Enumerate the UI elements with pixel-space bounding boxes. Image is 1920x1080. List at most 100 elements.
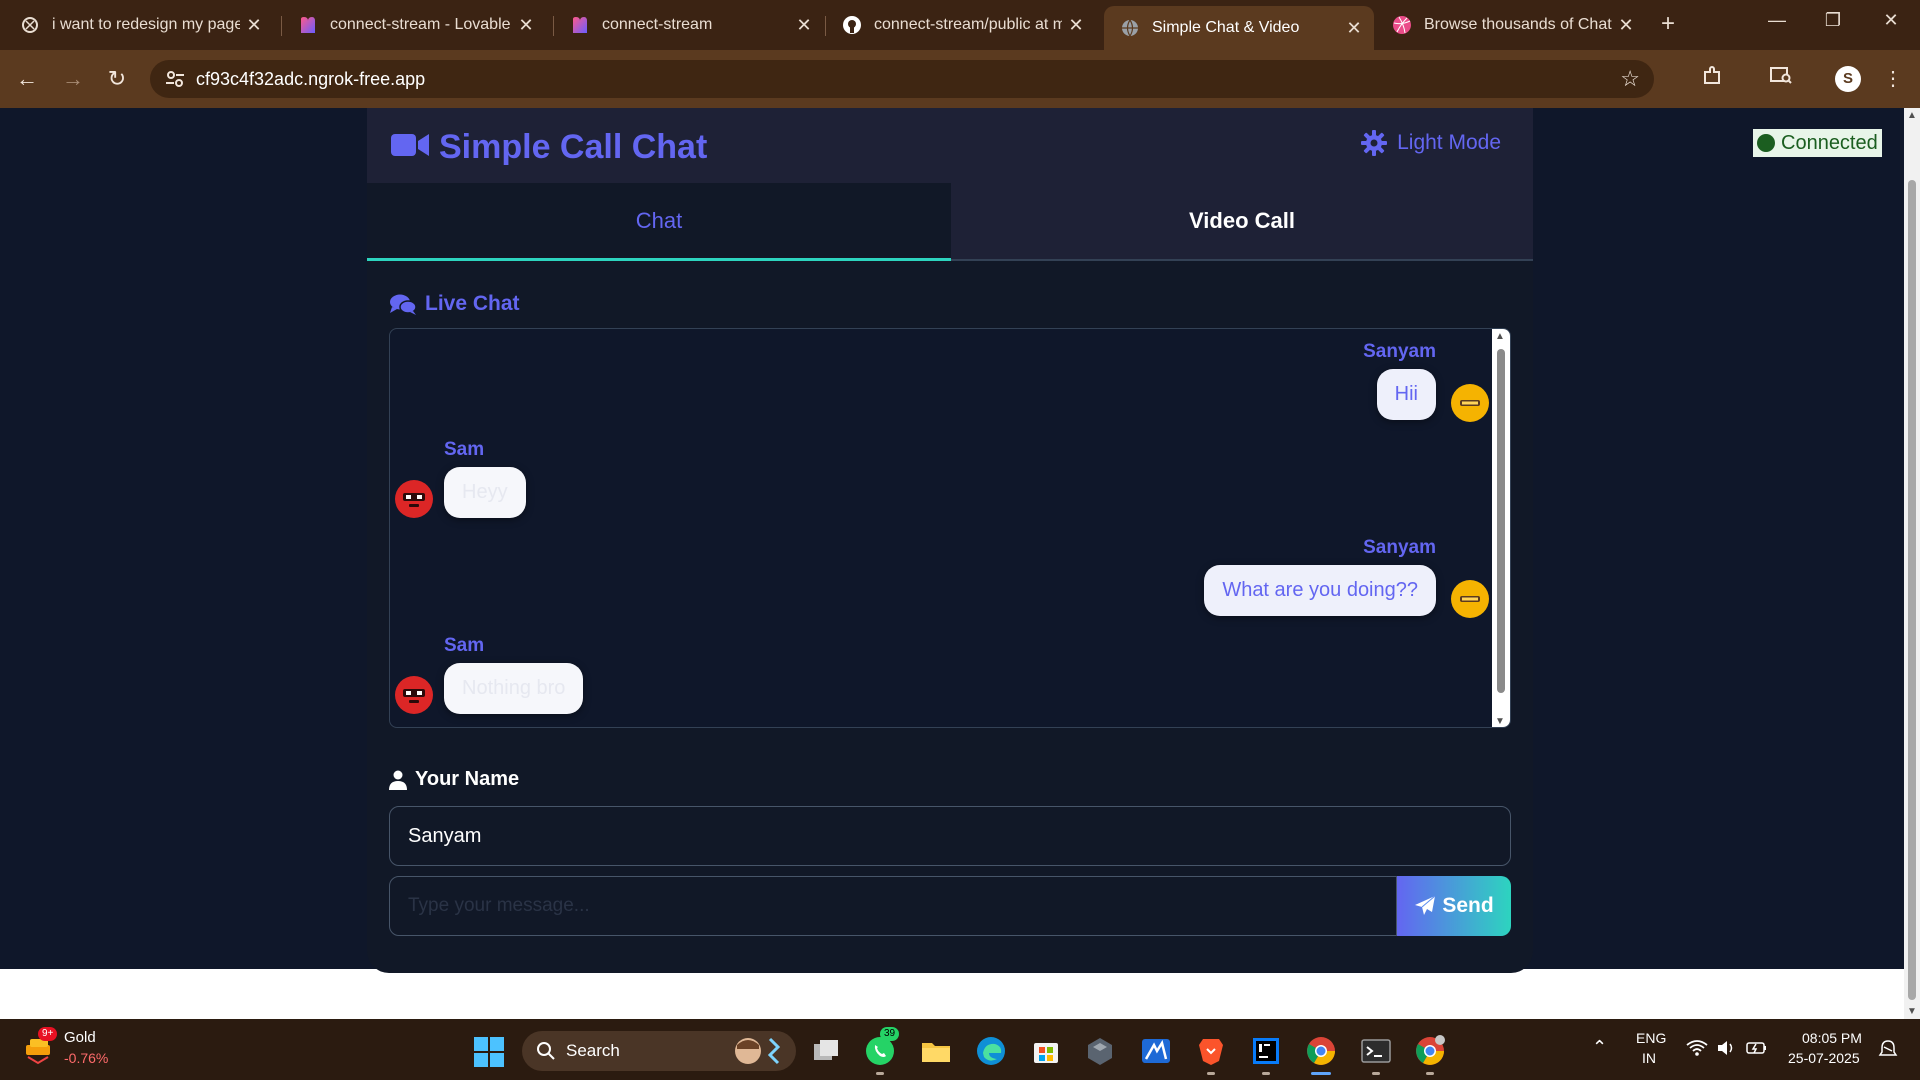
address-bar[interactable]: cf93c4f32adc.ngrok-free.app ☆ xyxy=(150,60,1654,98)
message-input[interactable] xyxy=(389,876,1397,936)
reload-button[interactable]: ↻ xyxy=(102,64,132,94)
user-icon xyxy=(389,770,407,790)
browser-tab[interactable]: connect-stream ✕ xyxy=(554,8,824,42)
chat-message: Sanyam Hii xyxy=(1363,341,1436,420)
intellij-icon[interactable] xyxy=(1250,1035,1282,1067)
battery-charging-icon[interactable] xyxy=(1746,1039,1768,1057)
page-scrollbar[interactable]: ▲ ▼ xyxy=(1904,108,1920,1019)
mathworks-icon[interactable] xyxy=(1140,1035,1172,1067)
forward-button[interactable]: → xyxy=(58,64,88,94)
terminal-icon[interactable] xyxy=(1360,1035,1392,1067)
taskbar-search[interactable]: Search xyxy=(522,1031,796,1071)
microsoft-store-icon[interactable] xyxy=(1030,1035,1062,1067)
edge-icon[interactable] xyxy=(975,1035,1007,1067)
windows-start-icon[interactable] xyxy=(474,1037,504,1067)
profile-avatar[interactable]: S xyxy=(1835,66,1861,92)
chat-scrollbar-thumb[interactable] xyxy=(1497,349,1505,693)
chrome-icon[interactable] xyxy=(1305,1035,1337,1067)
browser-tab-active[interactable]: Simple Chat & Video ✕ xyxy=(1104,6,1374,50)
maximize-button[interactable]: ❐ xyxy=(1813,10,1853,31)
volume-icon[interactable] xyxy=(1716,1039,1736,1057)
language-indicator[interactable]: ENG xyxy=(1636,1030,1666,1046)
minimize-button[interactable]: — xyxy=(1757,10,1797,31)
user-avatar-icon xyxy=(395,480,433,518)
name-input[interactable]: Sanyam xyxy=(389,806,1511,866)
browser-tab[interactable]: Browse thousands of Chat / ✕ xyxy=(1376,8,1646,42)
window-close-button[interactable]: ✕ xyxy=(1871,10,1911,31)
page-scrollbar-thumb[interactable] xyxy=(1908,180,1916,1000)
close-icon[interactable]: ✕ xyxy=(1612,15,1640,36)
url-text: cf93c4f32adc.ngrok-free.app xyxy=(196,69,426,89)
bookmark-star-icon[interactable]: ☆ xyxy=(1620,66,1640,92)
browser-tab-title: connect-stream xyxy=(602,16,713,33)
tab-chat[interactable]: Chat xyxy=(367,183,951,261)
notion-icon xyxy=(20,15,40,35)
menu-kebab-icon[interactable]: ⋮ xyxy=(1878,64,1908,94)
gear-icon xyxy=(1361,130,1388,156)
send-label: Send xyxy=(1442,894,1494,917)
back-button[interactable]: ← xyxy=(12,64,42,94)
browser-tab[interactable]: i want to redesign my page ✕ xyxy=(4,8,274,42)
windows-taskbar: 9+ Gold -0.76% Search 39 ⌃ ENG IN 08:05 … xyxy=(0,1019,1920,1080)
task-view-icon[interactable] xyxy=(810,1035,842,1067)
message-bubble: Nothing bro xyxy=(444,663,584,714)
show-hidden-icons-chevron[interactable]: ⌃ xyxy=(1592,1037,1607,1058)
chat-message: Sam Heyy xyxy=(444,439,526,518)
hexagon-app-icon[interactable] xyxy=(1084,1035,1116,1067)
chat-scrollbar[interactable]: ▲ ▼ xyxy=(1492,329,1510,727)
wifi-icon[interactable] xyxy=(1686,1039,1708,1057)
region-indicator[interactable]: IN xyxy=(1642,1050,1656,1066)
running-indicator xyxy=(876,1072,884,1075)
tab-video-call[interactable]: Video Call xyxy=(951,183,1533,261)
browser-tab-title: connect-stream/public at m xyxy=(874,16,1062,33)
scroll-up-arrow-icon[interactable]: ▲ xyxy=(1906,110,1918,121)
live-chat-heading: Live Chat xyxy=(389,292,520,316)
browser-tab[interactable]: connect-stream - Lovable ✕ xyxy=(282,8,546,42)
running-indicator xyxy=(1207,1072,1215,1075)
message-bubble: What are you doing?? xyxy=(1204,565,1436,616)
browser-tab-title: connect-stream - Lovable xyxy=(330,16,511,33)
extensions-icon[interactable] xyxy=(1697,64,1727,94)
brave-icon[interactable] xyxy=(1195,1035,1227,1067)
whatsapp-icon[interactable]: 39 xyxy=(864,1027,900,1067)
light-mode-label: Light Mode xyxy=(1397,131,1501,154)
chat-messages-panel[interactable]: Sanyam Hii Sam Heyy Sanyam What are you … xyxy=(389,328,1511,728)
connection-status-text: Connected xyxy=(1781,131,1878,154)
connection-status-badge: Connected xyxy=(1753,129,1882,157)
paper-plane-icon xyxy=(1415,895,1436,915)
chrome-profile-icon[interactable] xyxy=(1414,1035,1446,1067)
app-header: Simple Call Chat Light Mode xyxy=(367,108,1533,183)
light-mode-toggle[interactable]: Light Mode xyxy=(1361,130,1501,156)
notification-center-icon[interactable] xyxy=(1878,1039,1898,1059)
your-name-text: Your Name xyxy=(415,768,520,790)
running-indicator xyxy=(1372,1072,1380,1075)
your-name-label: Your Name xyxy=(389,768,519,791)
close-icon[interactable]: ✕ xyxy=(1062,15,1090,36)
running-indicator-active xyxy=(1311,1072,1331,1075)
scroll-down-arrow-icon[interactable]: ▼ xyxy=(1495,716,1505,727)
close-icon[interactable]: ✕ xyxy=(790,15,818,36)
close-icon[interactable]: ✕ xyxy=(240,15,268,36)
new-tab-button[interactable]: + xyxy=(1654,10,1682,38)
globe-icon xyxy=(1120,18,1140,38)
site-info-icon[interactable] xyxy=(164,68,186,90)
video-camera-icon xyxy=(391,134,429,156)
github-icon xyxy=(842,15,862,35)
user-avatar-icon xyxy=(395,676,433,714)
tab-search-icon[interactable] xyxy=(1766,64,1796,94)
close-icon[interactable]: ✕ xyxy=(512,15,540,36)
clock-date[interactable]: 25-07-2025 xyxy=(1788,1050,1860,1066)
close-icon[interactable]: ✕ xyxy=(1340,18,1368,39)
page-footer-area xyxy=(0,969,1904,1019)
app-title: Simple Call Chat xyxy=(439,128,708,166)
scroll-down-arrow-icon[interactable]: ▼ xyxy=(1906,1006,1918,1017)
browser-tab[interactable]: connect-stream/public at m ✕ xyxy=(826,8,1096,42)
page-viewport: Simple Call Chat Light Mode Chat Video C… xyxy=(0,108,1904,1019)
browser-tab-title: Simple Chat & Video xyxy=(1152,19,1300,36)
file-explorer-icon[interactable] xyxy=(920,1035,952,1067)
dribbble-icon xyxy=(1392,15,1412,35)
clock-time[interactable]: 08:05 PM xyxy=(1802,1030,1862,1046)
chat-app-card: Simple Call Chat Light Mode Chat Video C… xyxy=(367,108,1533,973)
send-button[interactable]: Send xyxy=(1397,876,1511,936)
scroll-up-arrow-icon[interactable]: ▲ xyxy=(1495,331,1505,342)
